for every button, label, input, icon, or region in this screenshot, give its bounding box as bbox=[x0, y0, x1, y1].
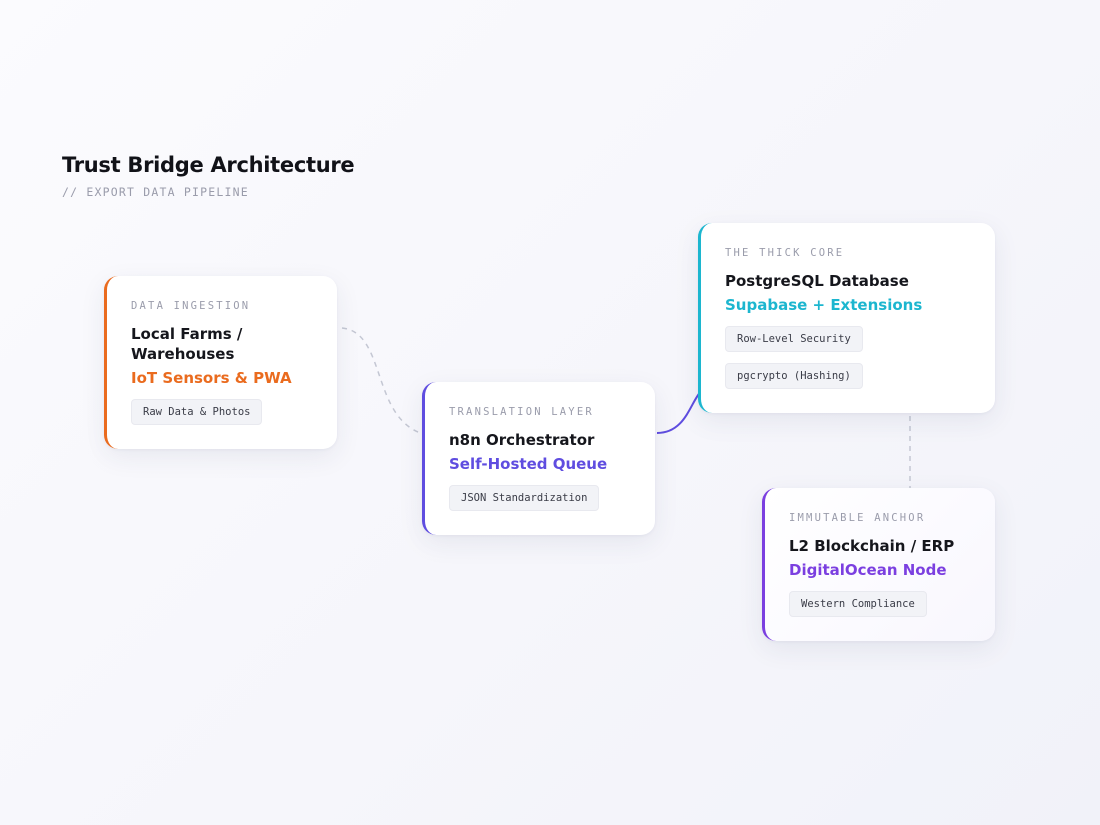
node-thick-core: THE THICK CORE PostgreSQL Database Supab… bbox=[698, 223, 995, 413]
node-heading: L2 Blockchain / ERP bbox=[789, 537, 955, 555]
node-data-ingestion: DATA INGESTION Local Farms / Warehouses … bbox=[104, 276, 337, 449]
node-accent-text: DigitalOcean Node bbox=[789, 561, 947, 579]
node-tag: Row-Level Security bbox=[725, 326, 863, 352]
node-immutable-anchor: IMMUTABLE ANCHOR L2 Blockchain / ERP Dig… bbox=[762, 488, 995, 641]
node-eyebrow: TRANSLATION LAYER bbox=[449, 406, 594, 418]
node-tag: Western Compliance bbox=[789, 591, 927, 617]
node-eyebrow: DATA INGESTION bbox=[131, 300, 251, 312]
node-heading: Local Farms / Warehouses bbox=[131, 325, 243, 363]
node-accent-text: Self-Hosted Queue bbox=[449, 455, 608, 473]
edge-ingestion-to-translation bbox=[341, 327, 419, 433]
node-translation-layer: TRANSLATION LAYER n8n Orchestrator Self-… bbox=[422, 382, 655, 535]
node-heading: PostgreSQL Database bbox=[725, 272, 909, 290]
node-tag: JSON Standardization bbox=[449, 485, 600, 511]
edge-translation-to-core bbox=[656, 389, 703, 434]
node-accent-text: Supabase + Extensions bbox=[725, 296, 923, 314]
node-accent-text: IoT Sensors & PWA bbox=[131, 369, 292, 387]
node-eyebrow: IMMUTABLE ANCHOR bbox=[789, 512, 926, 524]
node-tag: pgcrypto (Hashing) bbox=[725, 363, 863, 389]
node-eyebrow: THE THICK CORE bbox=[725, 247, 845, 259]
node-heading: n8n Orchestrator bbox=[449, 431, 595, 449]
node-tag: Raw Data & Photos bbox=[131, 399, 263, 425]
